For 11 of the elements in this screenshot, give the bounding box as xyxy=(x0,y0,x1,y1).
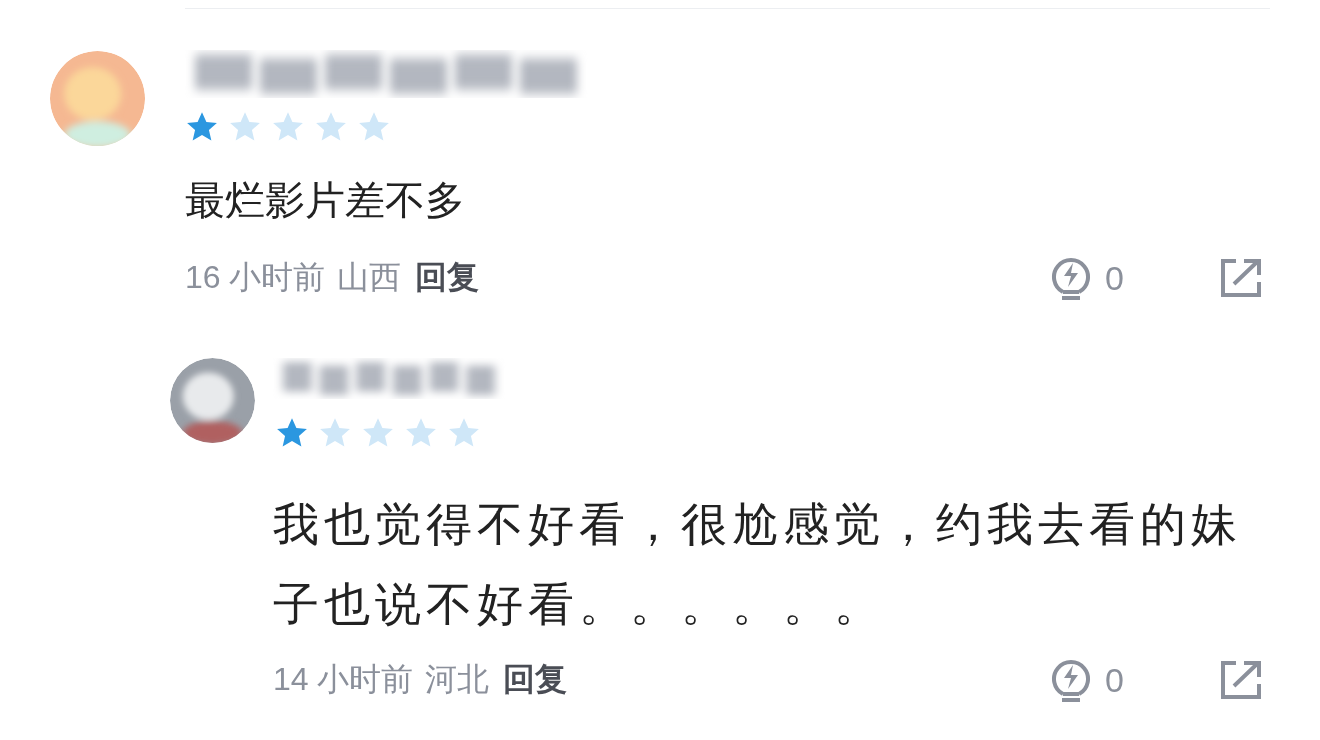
reply-button[interactable]: 回复 xyxy=(503,658,568,702)
comment-time: 14 小时前 xyxy=(273,660,414,699)
share-button[interactable] xyxy=(1220,258,1262,298)
share-button[interactable] xyxy=(1220,660,1262,700)
comment-location: 河北 xyxy=(425,660,490,699)
comment-text: 最烂影片差不多 xyxy=(185,177,466,224)
comment-time: 16 小时前 xyxy=(185,258,326,297)
avatar[interactable] xyxy=(170,358,255,443)
comment-text: 我也觉得不好看，很尬感觉，约我去看的妹子也说不好看。。。。。。 xyxy=(273,497,1243,632)
reply-button[interactable]: 回复 xyxy=(415,256,480,300)
comment-location: 山西 xyxy=(337,258,402,297)
